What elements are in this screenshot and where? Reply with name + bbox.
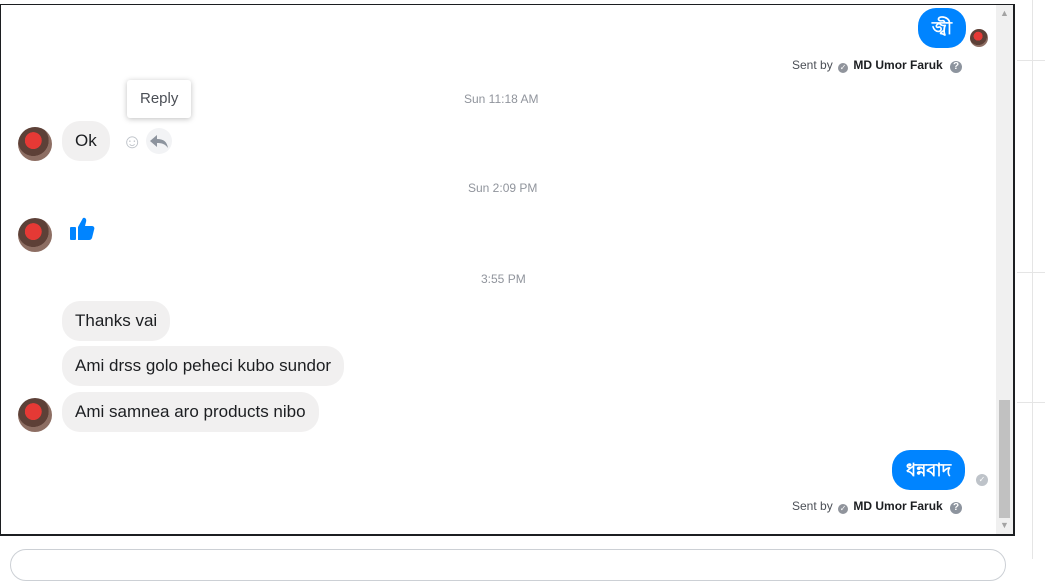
scroll-down-icon[interactable]: ▼ [996, 517, 1013, 534]
message-composer[interactable] [10, 549, 1006, 581]
scrollbar[interactable]: ▲ ▼ [996, 5, 1013, 534]
smiley-icon[interactable]: ☺ [122, 132, 142, 152]
side-panel [1017, 0, 1045, 559]
thumbs-up-icon [70, 217, 95, 240]
message-text: Thanks vai [75, 311, 158, 330]
check-icon: ✓ [838, 63, 849, 73]
check-icon: ✓ [838, 504, 849, 514]
incoming-message[interactable]: Thanks vai [62, 301, 171, 341]
delivered-check-icon: ✓ [976, 474, 988, 486]
message-text: ধন্নবাদ [906, 460, 952, 480]
like-icon[interactable] [67, 214, 97, 244]
avatar[interactable] [18, 218, 52, 252]
timestamp: 3:55 PM [481, 272, 526, 286]
outgoing-message[interactable]: জ্বী [918, 8, 967, 48]
message-text: Ami drss golo peheci kubo sundor [75, 356, 332, 375]
side-divider [1032, 0, 1033, 559]
timestamp: Sun 11:18 AM [464, 92, 539, 106]
sender-name[interactable]: MD Umor Faruk [853, 58, 942, 72]
scroll-up-icon[interactable]: ▲ [996, 5, 1013, 22]
avatar[interactable] [18, 127, 52, 161]
incoming-message[interactable]: Ami samnea aro products nibo [62, 392, 319, 432]
side-separator [1017, 60, 1045, 61]
sent-by-label: Sent by ✓ MD Umor Faruk ? [792, 499, 963, 514]
incoming-message[interactable]: Ami drss golo peheci kubo sundor [62, 346, 345, 386]
reply-icon[interactable] [146, 128, 172, 154]
reply-tooltip: Reply [127, 80, 192, 118]
avatar[interactable] [18, 398, 52, 432]
side-separator [1017, 402, 1045, 403]
outgoing-message[interactable]: ধন্নবাদ [892, 450, 966, 490]
message-text: Ami samnea aro products nibo [75, 402, 306, 421]
timestamp: Sun 2:09 PM [468, 181, 538, 195]
seen-avatar [970, 29, 988, 47]
side-separator [1017, 272, 1045, 273]
message-thread[interactable]: জ্বী Sent by ✓ MD Umor Faruk ? Reply Sun… [0, 4, 1015, 536]
message-text: জ্বী [932, 18, 953, 38]
help-icon[interactable]: ? [950, 61, 963, 73]
incoming-message[interactable]: Ok [62, 121, 110, 161]
message-text: Ok [75, 131, 97, 150]
scrollbar-thumb[interactable] [999, 400, 1010, 518]
reply-arrow-icon [150, 135, 168, 148]
help-icon[interactable]: ? [950, 502, 963, 514]
sender-name[interactable]: MD Umor Faruk [853, 499, 942, 513]
sent-by-label: Sent by ✓ MD Umor Faruk ? [792, 58, 963, 73]
